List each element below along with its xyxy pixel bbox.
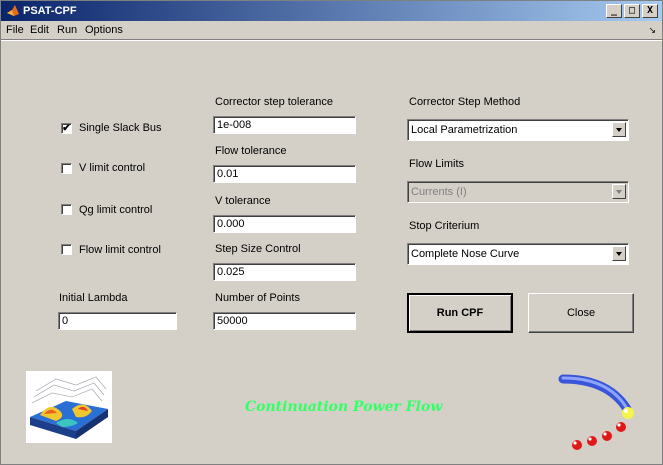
flow-limits-select-value: Currents (I) bbox=[411, 186, 467, 198]
title-bar[interactable]: PSAT-CPF _ □ X bbox=[1, 1, 662, 21]
close-window-button[interactable]: X bbox=[642, 4, 658, 18]
maximize-button[interactable]: □ bbox=[624, 4, 640, 18]
dock-arrow-icon[interactable]: ↘ bbox=[648, 25, 656, 36]
menu-edit[interactable]: Edit bbox=[30, 24, 49, 36]
qg-limit-checkbox[interactable] bbox=[61, 204, 72, 215]
corrector-tol-input[interactable]: 1e-008 bbox=[213, 116, 356, 134]
single-slack-checkbox[interactable]: ✔ bbox=[61, 123, 72, 134]
stop-criterium-select-value: Complete Nose Curve bbox=[411, 248, 520, 260]
menu-bar: File Edit Run Options ↘ bbox=[1, 21, 662, 39]
minimize-button[interactable]: _ bbox=[606, 4, 622, 18]
menu-file[interactable]: File bbox=[6, 24, 24, 36]
window-title: PSAT-CPF bbox=[23, 5, 77, 17]
single-slack-label: Single Slack Bus bbox=[79, 122, 162, 134]
surface-plot-thumbnail-icon bbox=[26, 371, 112, 443]
v-tol-label: V tolerance bbox=[215, 195, 271, 207]
initial-lambda-input[interactable]: 0 bbox=[58, 312, 177, 330]
method-select-value: Local Parametrization bbox=[411, 124, 518, 136]
flow-limits-dropdown-arrow-icon[interactable] bbox=[612, 184, 626, 199]
num-points-input[interactable]: 50000 bbox=[213, 312, 356, 330]
menu-options[interactable]: Options bbox=[85, 24, 123, 36]
menu-separator bbox=[1, 39, 662, 41]
qg-limit-label: Qg limit control bbox=[79, 204, 153, 216]
matlab-logo-icon bbox=[7, 5, 19, 16]
nose-curve-logo-icon bbox=[558, 374, 634, 450]
run-cpf-button[interactable]: Run CPF bbox=[407, 293, 513, 333]
flow-limit-label: Flow limit control bbox=[79, 244, 161, 256]
psat-cpf-window: PSAT-CPF _ □ X File Edit Run Options ↘ ✔… bbox=[0, 0, 663, 465]
step-size-input[interactable]: 0.025 bbox=[213, 263, 356, 281]
initial-lambda-label: Initial Lambda bbox=[59, 292, 128, 304]
v-limit-label: V limit control bbox=[79, 162, 146, 174]
v-tol-input[interactable]: 0.000 bbox=[213, 215, 356, 233]
stop-dropdown-arrow-icon[interactable] bbox=[612, 246, 626, 261]
menu-run[interactable]: Run bbox=[57, 24, 77, 36]
stop-criterium-label: Stop Criterium bbox=[409, 220, 480, 232]
method-dropdown-arrow-icon[interactable] bbox=[612, 122, 626, 137]
flow-limits-select[interactable]: Currents (I) bbox=[407, 181, 629, 203]
stop-criterium-select[interactable]: Complete Nose Curve bbox=[407, 243, 629, 265]
num-points-label: Number of Points bbox=[215, 292, 300, 304]
flow-limits-label: Flow Limits bbox=[409, 158, 465, 170]
flow-limit-checkbox[interactable] bbox=[61, 244, 72, 255]
method-label: Corrector Step Method bbox=[409, 96, 521, 108]
flow-tol-label: Flow tolerance bbox=[215, 145, 287, 157]
corrector-tol-label: Corrector step tolerance bbox=[215, 96, 333, 108]
close-button[interactable]: Close bbox=[528, 293, 634, 333]
flow-tol-input[interactable]: 0.01 bbox=[213, 165, 356, 183]
v-limit-checkbox[interactable] bbox=[61, 163, 72, 174]
method-select[interactable]: Local Parametrization bbox=[407, 119, 629, 141]
continuation-power-flow-banner: Continuation Power Flow bbox=[245, 399, 443, 415]
step-size-label: Step Size Control bbox=[215, 243, 301, 255]
